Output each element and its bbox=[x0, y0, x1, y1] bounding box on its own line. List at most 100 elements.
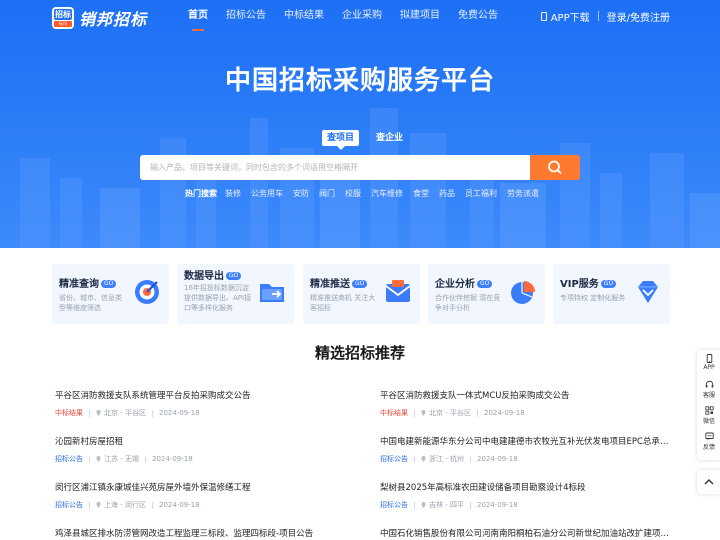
list-item[interactable]: 中国电建新能源华东分公司中电建建德市农牧光互补光伏发电项目EPC总承包... 招… bbox=[380, 436, 670, 464]
location-pin-icon bbox=[96, 502, 101, 508]
pie-chart-icon bbox=[511, 281, 535, 304]
hot-search-item[interactable]: 药品 bbox=[439, 188, 455, 199]
feature-card-vip-service[interactable]: VIP服务 GO 专项特权 定制化服务 bbox=[553, 264, 670, 324]
hot-search-item[interactable]: 安防 bbox=[293, 188, 309, 199]
list-item[interactable]: 梨树县2025年高标准农田建设储备项目勘察设计4标段 招标公告 吉林 - 四平 … bbox=[380, 482, 670, 510]
item-meta: 招标公告 江苏 - 无锡 2024-09-18 bbox=[55, 454, 345, 464]
status-badge: 招标公告 bbox=[55, 501, 83, 509]
hot-search-item[interactable]: 劳务派遣 bbox=[507, 188, 539, 199]
search-icon bbox=[548, 160, 562, 174]
back-to-top-button[interactable] bbox=[697, 470, 720, 494]
item-date: 2024-09-18 bbox=[476, 455, 518, 463]
side-float-bar: APP 客服 微信 反馈 bbox=[697, 350, 720, 460]
hot-search-item[interactable]: 汽车维修 bbox=[371, 188, 403, 199]
feature-cards: 精准查询 GO 省份、城市、信息类型等维度筛选 数据导出 GO 16年招投标数据沉淀… bbox=[52, 264, 670, 324]
site-logo[interactable]: 招标 标讯 销邦招标 bbox=[52, 6, 147, 30]
feature-card-desc: 精准推送商机 关注大客招标 bbox=[310, 294, 376, 312]
hot-search-item[interactable]: 装修 bbox=[225, 188, 241, 199]
item-title[interactable]: 鸡泽县城区排水防涝管网改造工程监理三标段、监理四标段-项目公告 bbox=[55, 528, 345, 540]
item-title[interactable]: 中国电建新能源华东分公司中电建建德市农牧光互补光伏发电项目EPC总承包... bbox=[380, 436, 670, 448]
feature-card-data-export[interactable]: 数据导出 GO 16年招投标数据沉淀 提供数据导出、API接口等多样化服务 bbox=[177, 264, 294, 324]
location-pin-icon bbox=[421, 456, 426, 462]
app-download-link[interactable]: APP下载 bbox=[551, 9, 590, 24]
feature-card-desc: 16年招投标数据沉淀 提供数据导出、API接口等多样化服务 bbox=[184, 284, 252, 312]
login-register-link[interactable]: 登录/免费注册 bbox=[607, 9, 670, 24]
location-pin-icon bbox=[421, 410, 426, 416]
diamond-icon bbox=[638, 281, 658, 303]
item-title[interactable]: 中国石化销售股份有限公司河南南阳桐柏石油分公司新世纪加油站改扩建项目... bbox=[380, 528, 670, 540]
meta-divider bbox=[476, 409, 478, 417]
nav-link-planned-projects[interactable]: 拟建项目 bbox=[400, 0, 440, 32]
float-service-button[interactable]: 客服 bbox=[697, 380, 720, 399]
feature-card-desc: 省份、城市、信息类型等维度筛选 bbox=[59, 294, 122, 312]
logo-badge-top: 招标 bbox=[54, 9, 72, 20]
hot-searches-label: 热门搜索 bbox=[185, 189, 217, 198]
list-item[interactable]: 鸡泽县城区排水防涝管网改造工程监理三标段、监理四标段-项目公告 bbox=[55, 528, 345, 540]
feature-card-precise-push[interactable]: 精准推送 GO 精准推送商机 关注大客招标 bbox=[303, 264, 420, 324]
hero-title: 中国招标采购服务平台 bbox=[224, 66, 495, 96]
item-title[interactable]: 梨树县2025年高标准农田建设储备项目勘察设计4标段 bbox=[380, 482, 670, 494]
nav-link-free-notices[interactable]: 免费公告 bbox=[458, 0, 498, 32]
go-badge: GO bbox=[226, 272, 242, 280]
meta-divider bbox=[144, 455, 146, 463]
float-feedback-button[interactable]: 反馈 bbox=[697, 432, 720, 451]
feature-card-title: VIP服务 GO bbox=[560, 275, 617, 290]
item-date: 2024-09-18 bbox=[151, 455, 193, 463]
qrcode-icon bbox=[704, 406, 714, 415]
top-navigation: 招标 标讯 销邦招标 首页 招标公告 中标结果 企业采购 拟建项目 免费公告 A… bbox=[0, 0, 720, 32]
list-item[interactable]: 中国石化销售股份有限公司河南南阳桐柏石油分公司新世纪加油站改扩建项目... bbox=[380, 528, 670, 540]
meta-divider bbox=[89, 455, 90, 463]
nav-link-tender-notice[interactable]: 招标公告 bbox=[226, 0, 266, 32]
location-pin-icon bbox=[96, 410, 101, 416]
feature-card-desc: 合作伙伴挖掘 潜在竞争对手分析 bbox=[435, 294, 501, 312]
status-badge: 招标公告 bbox=[380, 501, 408, 509]
hot-search-item[interactable]: 员工福利 bbox=[465, 188, 497, 199]
hot-search-item[interactable]: 公务用车 bbox=[251, 188, 283, 199]
tab-search-companies[interactable]: 查企业 bbox=[371, 130, 408, 146]
list-item[interactable]: 平谷区消防救援支队系统管理平台反拍采购成交公告 中标结果 北京 - 平谷区 20… bbox=[55, 390, 345, 418]
nav-link-award-results[interactable]: 中标结果 bbox=[284, 0, 324, 32]
float-feedback-label: 反馈 bbox=[702, 444, 715, 451]
hot-search-item[interactable]: 校服 bbox=[345, 188, 361, 199]
phone-icon bbox=[540, 11, 547, 21]
item-title[interactable]: 平谷区消防救援支队一体式MCU反拍采购成交公告 bbox=[380, 390, 670, 402]
meta-divider bbox=[469, 455, 471, 463]
nav-link-home[interactable]: 首页 bbox=[188, 0, 208, 32]
brand-name: 销邦招标 bbox=[79, 10, 148, 29]
list-item[interactable]: 沁园新村房屋招租 招标公告 江苏 - 无锡 2024-09-18 bbox=[55, 436, 345, 464]
feature-card-title: 精准推送 GO bbox=[310, 275, 368, 290]
meta-divider bbox=[89, 501, 90, 509]
status-badge: 中标结果 bbox=[380, 409, 408, 417]
search-input[interactable] bbox=[140, 155, 530, 180]
float-wechat-button[interactable]: 微信 bbox=[697, 406, 720, 425]
headset-icon bbox=[705, 380, 713, 388]
float-app-button[interactable]: APP bbox=[697, 354, 720, 371]
feature-card-desc: 专项特权 定制化服务 bbox=[560, 294, 626, 302]
hot-search-item[interactable]: 阀门 bbox=[319, 188, 335, 199]
status-badge: 招标公告 bbox=[55, 455, 83, 463]
item-location: 北京 - 平谷区 bbox=[104, 409, 146, 417]
list-item[interactable]: 平谷区消防救援支队一体式MCU反拍采购成交公告 中标结果 北京 - 平谷区 20… bbox=[380, 390, 670, 418]
feature-card-title: 精准查询 GO bbox=[59, 275, 117, 290]
nav-right: APP下载 登录/免费注册 bbox=[540, 0, 670, 32]
item-title[interactable]: 沁园新村房屋招租 bbox=[55, 436, 345, 448]
tab-search-projects[interactable]: 查项目 bbox=[322, 130, 360, 150]
feature-card-title: 数据导出 GO bbox=[184, 267, 242, 282]
item-location: 上海 - 闵行区 bbox=[104, 501, 146, 509]
nav-links: 首页 招标公告 中标结果 企业采购 拟建项目 免费公告 bbox=[188, 0, 516, 32]
item-location: 北京 - 平谷区 bbox=[429, 409, 471, 417]
list-item[interactable]: 闵行区浦江镇永康城佳兴苑房屋外墙外保温修缮工程 招标公告 上海 - 闵行区 20… bbox=[55, 482, 345, 510]
float-service-label: 客服 bbox=[702, 392, 715, 399]
feature-card-precise-query[interactable]: 精准查询 GO 省份、城市、信息类型等维度筛选 bbox=[52, 264, 169, 324]
logo-badge-icon: 招标 标讯 bbox=[52, 7, 74, 29]
search-button[interactable] bbox=[530, 155, 580, 180]
nav-link-enterprise-purchase[interactable]: 企业采购 bbox=[342, 0, 382, 32]
section-title: 精选招标推荐 bbox=[314, 344, 405, 362]
item-title[interactable]: 平谷区消防救援支队系统管理平台反拍采购成交公告 bbox=[55, 390, 345, 402]
meta-divider bbox=[151, 501, 153, 509]
item-title[interactable]: 闵行区浦江镇永康城佳兴苑房屋外墙外保温修缮工程 bbox=[55, 482, 345, 494]
feature-card-enterprise-analysis[interactable]: 企业分析 GO 合作伙伴挖掘 潜在竞争对手分析 bbox=[428, 264, 545, 324]
item-meta: 中标结果 北京 - 平谷区 2024-09-18 bbox=[55, 408, 345, 418]
hot-search-item[interactable]: 食堂 bbox=[413, 188, 429, 199]
nav-divider bbox=[597, 11, 599, 21]
